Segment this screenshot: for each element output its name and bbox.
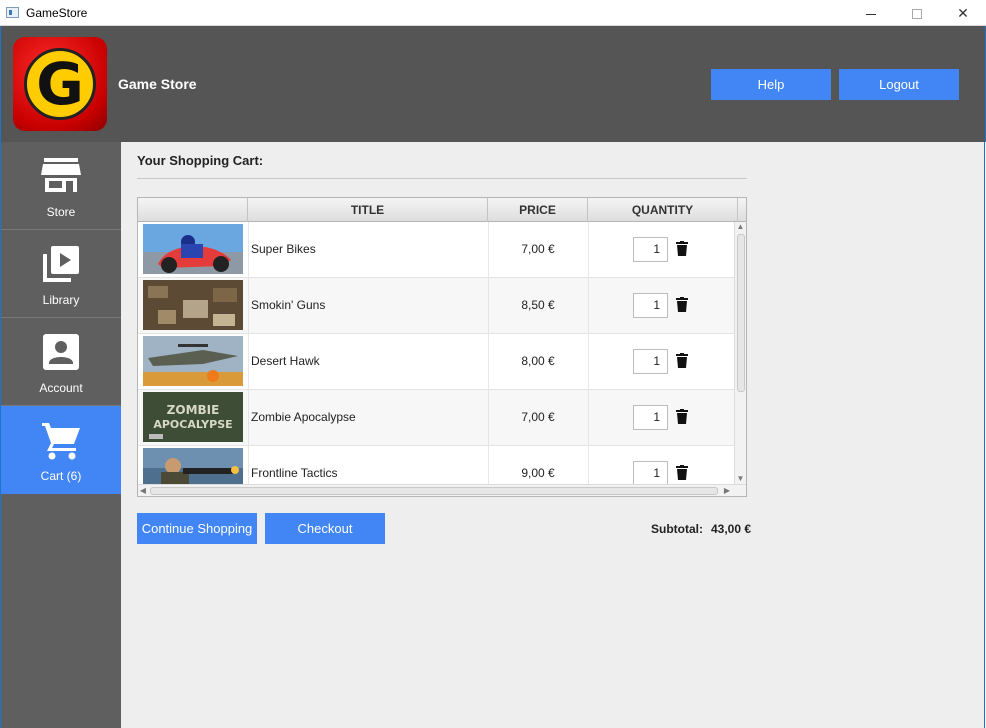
- game-title: Smokin' Guns: [251, 298, 326, 312]
- help-button[interactable]: Help: [711, 69, 831, 100]
- sidebar-item-account[interactable]: Account: [1, 318, 121, 406]
- logout-button[interactable]: Logout: [839, 69, 959, 100]
- logo-letter: G: [36, 50, 84, 118]
- quantity-field[interactable]: 1: [633, 405, 668, 430]
- minimize-button[interactable]: [848, 0, 894, 26]
- game-title: Zombie Apocalypse: [251, 410, 356, 424]
- cart-table: TITLE PRICE QUANTITY Super Bikes 7,00 € …: [137, 197, 747, 497]
- vertical-scrollbar[interactable]: ▲ ▼: [734, 222, 746, 484]
- scrollbar-thumb[interactable]: [150, 487, 718, 495]
- column-divider: [248, 334, 249, 390]
- quantity-field[interactable]: 1: [633, 461, 668, 486]
- subtotal-value: 43,00 €: [711, 522, 752, 536]
- game-cover-image: [143, 336, 243, 386]
- library-icon: [43, 246, 79, 282]
- trash-icon[interactable]: [676, 297, 688, 312]
- window-title: GameStore: [26, 6, 88, 20]
- maximize-button[interactable]: [894, 0, 940, 26]
- sidebar-item-cart[interactable]: Cart (6): [1, 406, 121, 494]
- column-header-title[interactable]: TITLE: [248, 198, 488, 222]
- scroll-left-icon[interactable]: ◀: [138, 485, 148, 496]
- window-titlebar: GameStore ✕: [0, 0, 986, 26]
- column-divider: [588, 222, 589, 278]
- horizontal-scrollbar[interactable]: ◀ ▶: [138, 484, 746, 496]
- minimize-icon: [866, 13, 876, 15]
- column-header-price[interactable]: PRICE: [488, 198, 588, 222]
- sidebar: Store Library Account Cart (6): [0, 142, 121, 728]
- column-divider: [588, 334, 589, 390]
- sidebar-item-label: Cart (6): [40, 469, 82, 483]
- table-header: TITLE PRICE QUANTITY: [138, 198, 746, 222]
- column-divider: [248, 222, 249, 278]
- account-icon: [43, 334, 79, 370]
- subtotal: Subtotal: 43,00 €: [651, 522, 751, 536]
- continue-shopping-button[interactable]: Continue Shopping: [137, 513, 257, 544]
- table-row[interactable]: Smokin' Guns 8,50 € 1: [138, 278, 734, 334]
- table-row[interactable]: Desert Hawk 8,00 € 1: [138, 334, 734, 390]
- column-header-quantity[interactable]: QUANTITY: [588, 198, 738, 222]
- cart-panel: Your Shopping Cart: TITLE PRICE QUANTITY…: [121, 142, 985, 728]
- cover-text: APOCALYPSE: [153, 418, 232, 431]
- scroll-right-icon[interactable]: ▶: [722, 485, 732, 496]
- cart-icon: [42, 423, 80, 460]
- game-price: 8,00 €: [521, 354, 555, 368]
- cover-text: ZOMBIE: [167, 403, 220, 417]
- sidebar-item-store[interactable]: Store: [1, 142, 121, 230]
- close-icon: ✕: [957, 5, 969, 21]
- close-window-button[interactable]: ✕: [940, 0, 986, 26]
- sidebar-item-library[interactable]: Library: [1, 230, 121, 318]
- logo-ring: G: [24, 48, 96, 120]
- game-title: Super Bikes: [251, 242, 316, 256]
- subtotal-label: Subtotal:: [651, 522, 703, 536]
- game-title: Frontline Tactics: [251, 466, 338, 480]
- game-title: Desert Hawk: [251, 354, 320, 368]
- game-cover-image: [143, 280, 243, 330]
- trash-icon[interactable]: [676, 241, 688, 256]
- table-row[interactable]: ZOMBIE APOCALYPSE Zombie Apocalypse 7,00…: [138, 390, 734, 446]
- store-icon: [41, 158, 81, 192]
- game-price: 9,00 €: [521, 466, 555, 480]
- game-price: 7,00 €: [521, 410, 555, 424]
- divider: [137, 178, 747, 179]
- table-row[interactable]: Super Bikes 7,00 € 1: [138, 222, 734, 278]
- scrollbar-thumb[interactable]: [737, 234, 745, 392]
- game-cover-image: [143, 224, 243, 274]
- checkout-button[interactable]: Checkout: [265, 513, 385, 544]
- scroll-up-icon[interactable]: ▲: [735, 222, 746, 232]
- game-cover-image: ZOMBIE APOCALYPSE: [143, 392, 243, 442]
- app-name: Game Store: [118, 76, 197, 92]
- column-header-image: [138, 198, 248, 222]
- column-divider: [248, 390, 249, 446]
- page-title: Your Shopping Cart:: [137, 153, 264, 168]
- trash-icon[interactable]: [676, 353, 688, 368]
- app-window-icon: [6, 7, 19, 18]
- sidebar-item-label: Account: [39, 381, 83, 395]
- trash-icon[interactable]: [676, 409, 688, 424]
- quantity-field[interactable]: 1: [633, 237, 668, 262]
- game-price: 8,50 €: [521, 298, 555, 312]
- scroll-down-icon[interactable]: ▼: [735, 474, 746, 484]
- quantity-field[interactable]: 1: [633, 293, 668, 318]
- column-divider: [588, 390, 589, 446]
- column-divider: [248, 278, 249, 334]
- column-divider: [588, 278, 589, 334]
- game-store-logo: G: [13, 37, 107, 131]
- maximize-icon: [912, 9, 922, 20]
- quantity-field[interactable]: 1: [633, 349, 668, 374]
- game-price: 7,00 €: [521, 242, 555, 256]
- app-header: G Game Store Help Logout: [0, 26, 986, 142]
- sidebar-item-label: Store: [46, 205, 76, 219]
- trash-icon[interactable]: [676, 465, 688, 480]
- sidebar-item-label: Library: [42, 293, 80, 307]
